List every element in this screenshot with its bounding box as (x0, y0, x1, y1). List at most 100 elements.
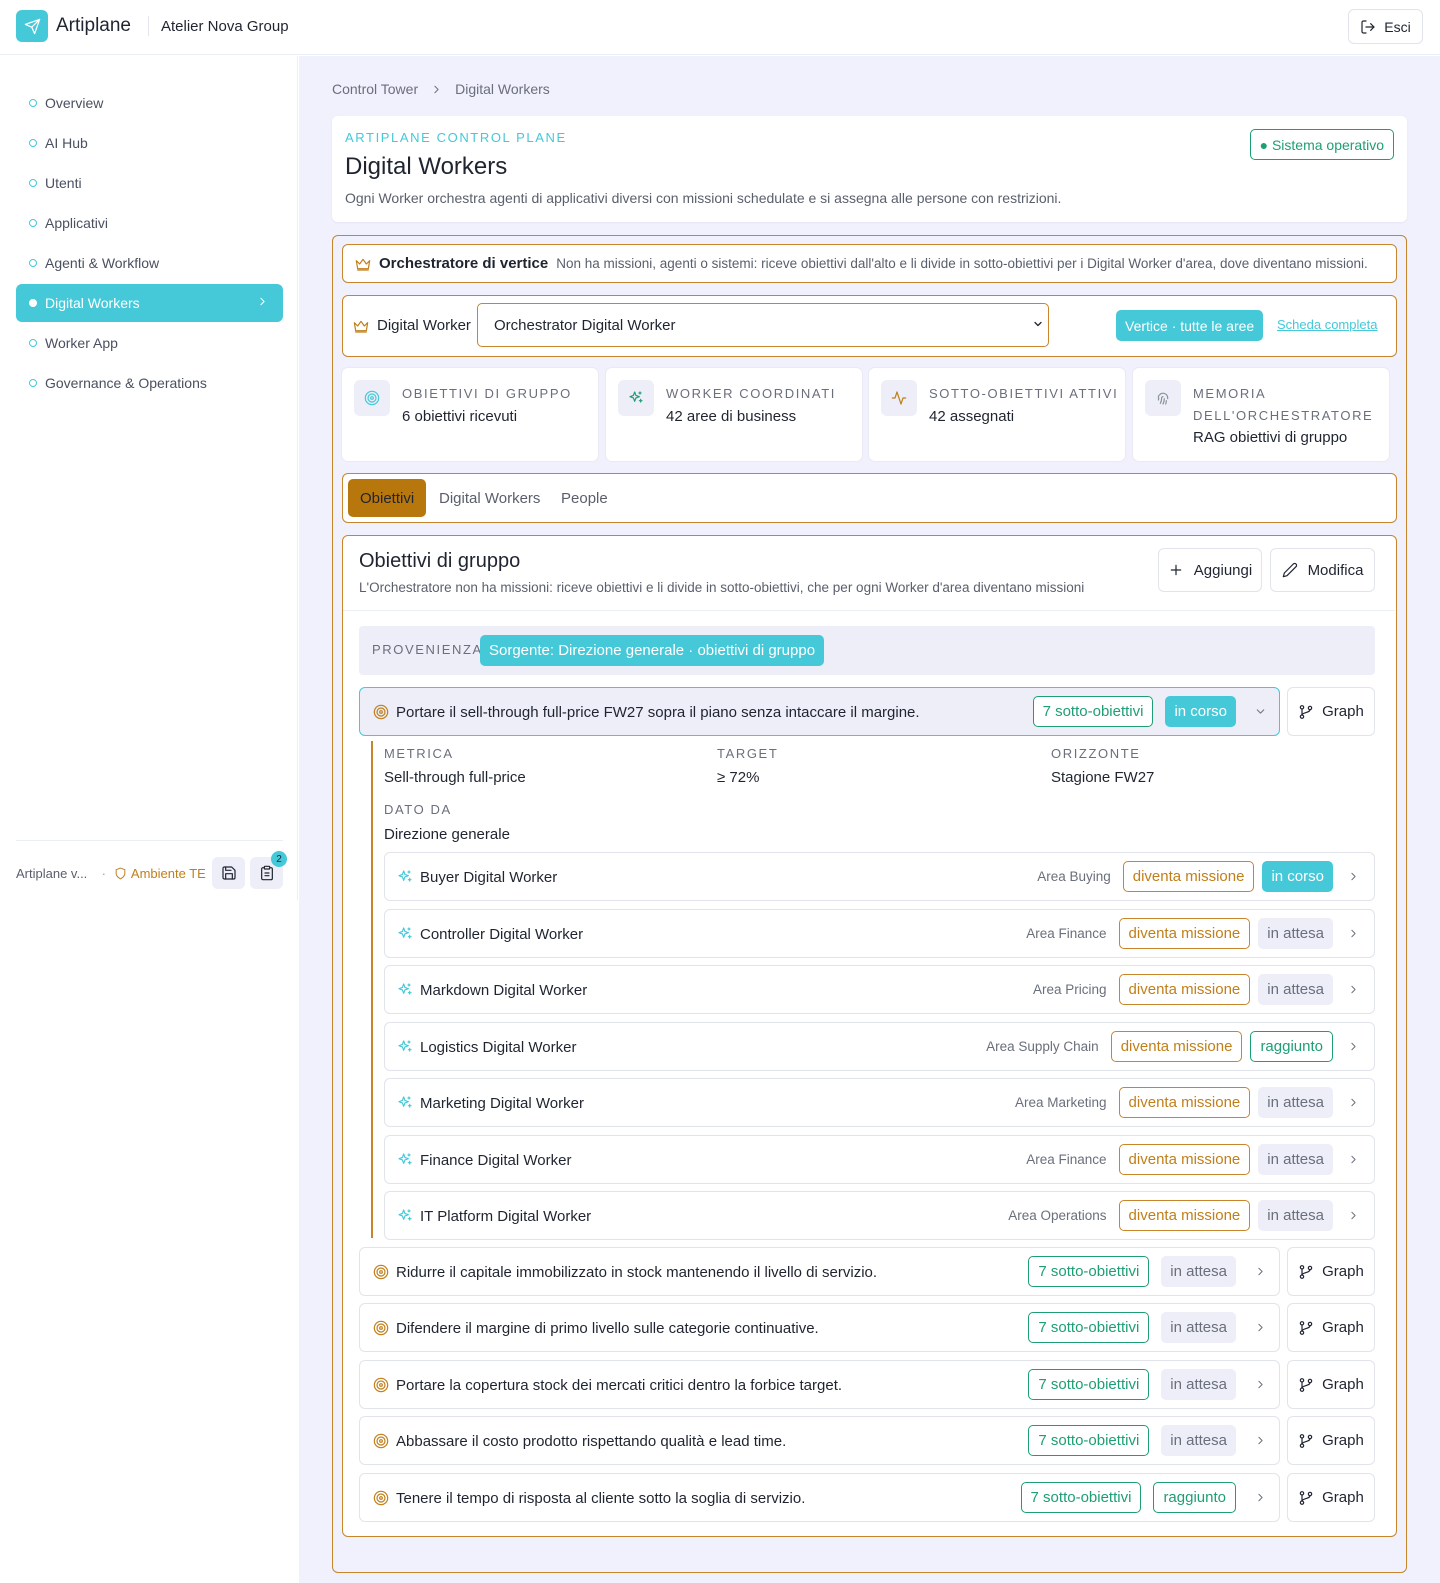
sidebar-item-digital-workers[interactable]: Digital Workers (16, 284, 283, 322)
subgoal-row[interactable]: Markdown Digital Worker Area Pricing diven… (384, 965, 1375, 1014)
logout-icon (1361, 19, 1375, 34)
stat-card: SOTTO-OBIETTIVI ATTIVI 42 assegnati (869, 368, 1125, 461)
sparkles-icon (397, 1208, 413, 1224)
goal-row[interactable]: Portare il sell-through full-price FW27 … (359, 687, 1280, 736)
chevron-right-icon[interactable] (1347, 1153, 1360, 1166)
chevron-right-icon[interactable] (1347, 870, 1360, 883)
sidebar-item-worker-app[interactable]: Worker App (16, 324, 283, 362)
chevron-right-icon[interactable] (1347, 1209, 1360, 1222)
sidebar-item-governance-operations[interactable]: Governance & Operations (16, 364, 283, 402)
logout-button[interactable]: Esci (1348, 9, 1423, 44)
chevron-down-icon (1034, 321, 1042, 327)
area-label: Area Pricing (1033, 982, 1107, 997)
clipboard-button[interactable]: 2 (250, 851, 287, 889)
sparkles-icon (397, 869, 413, 885)
orchestrator-section: Orchestratore di vertice Non ha missioni… (332, 235, 1407, 1573)
worker-name: Marketing Digital Worker (420, 1095, 584, 1112)
sidebar-item-label: AI Hub (45, 135, 88, 151)
goal-meta: 7 sotto-obiettivi in attesa (1028, 1312, 1267, 1343)
chevron-right-icon[interactable] (1254, 1378, 1267, 1391)
graph-label: Graph (1322, 703, 1364, 720)
chevron-right-icon[interactable] (1254, 1265, 1267, 1278)
save-button[interactable] (212, 857, 246, 889)
full-profile-link[interactable]: Scheda completa (1277, 317, 1377, 332)
bullet-icon (29, 339, 37, 347)
graph-button[interactable]: Graph (1287, 1416, 1375, 1465)
git-branch-icon (1298, 1377, 1314, 1393)
area-label: Area Marketing (1015, 1095, 1107, 1110)
sidebar-item-overview[interactable]: Overview (16, 84, 283, 122)
breadcrumb-root[interactable]: Control Tower (332, 81, 418, 97)
goal-meta: 7 sotto-obiettivi raggiunto (1020, 1482, 1267, 1513)
goal-row[interactable]: Portare la copertura stock dei mercati c… (359, 1360, 1280, 1409)
tab-people[interactable]: People (549, 479, 620, 517)
status-badge: in attesa (1258, 917, 1333, 949)
stat-label: OBIETTIVI DI GRUPPO (402, 386, 572, 401)
goal-title: Portare il sell-through full-price FW27 … (396, 704, 920, 721)
subgoal-row[interactable]: Marketing Digital Worker Area Marketing di… (384, 1078, 1375, 1127)
graph-button[interactable]: Graph (1287, 1247, 1375, 1296)
app-name: Artiplane (56, 15, 131, 36)
sidebar-item-agenti-workflow[interactable]: Agenti & Workflow (16, 244, 283, 282)
add-button[interactable]: Aggiungi (1158, 548, 1262, 592)
page-subtitle: Ogni Worker orchestra agenti di applicat… (345, 190, 1062, 206)
status-badge: raggiunto (1153, 1482, 1236, 1513)
page-title: Digital Workers (345, 153, 508, 180)
chevron-right-icon[interactable] (1347, 983, 1360, 996)
sparkles-icon (397, 926, 413, 942)
subgoal-row[interactable]: IT Platform Digital Worker Area Operation… (384, 1191, 1375, 1240)
tab-obiettivi[interactable]: Obiettivi (348, 479, 427, 517)
sparkles-icon (397, 1152, 413, 1168)
edit-button[interactable]: Modifica (1270, 548, 1375, 592)
chevron-right-icon (434, 85, 439, 93)
goal-title: Tenere il tempo di risposta al cliente s… (396, 1490, 806, 1507)
logo-icon[interactable] (16, 10, 48, 42)
environment-label: Ambiente TE (130, 865, 206, 881)
mission-badge: diventa missione (1118, 1143, 1251, 1175)
chevron-right-icon[interactable] (1347, 1096, 1360, 1109)
stat-card: WORKER COORDINATI 42 aree di business (606, 368, 862, 461)
target-icon (373, 1264, 389, 1280)
chevron-right-icon[interactable] (1347, 927, 1360, 940)
sidebar-item-utenti[interactable]: Utenti (16, 164, 283, 202)
main-content: Control Tower Digital Workers ARTIPLANE … (299, 56, 1440, 1583)
chevron-right-icon[interactable] (1254, 1434, 1267, 1447)
subgoal-row[interactable]: Controller Digital Worker Area Finance div… (384, 908, 1375, 958)
sidebar-item-ai-hub[interactable]: AI Hub (16, 124, 283, 162)
graph-button[interactable]: Graph (1287, 687, 1375, 736)
chevron-down-icon[interactable] (1254, 705, 1267, 718)
subgoal-row[interactable]: Logistics Digital Worker Area Supply Chai… (384, 1021, 1375, 1071)
goal-title: Abbassare il costo prodotto rispettando … (396, 1433, 787, 1450)
chevron-right-icon[interactable] (1347, 1040, 1360, 1053)
mission-badge: diventa missione (1118, 917, 1251, 949)
graph-button[interactable]: Graph (1287, 1360, 1375, 1409)
graph-button[interactable]: Graph (1287, 1473, 1375, 1522)
goal-row[interactable]: Difendere il margine di primo livello su… (359, 1303, 1280, 1352)
goal-row[interactable]: Ridurre il capitale immobilizzato in sto… (359, 1247, 1280, 1296)
tab-digital-workers[interactable]: Digital Workers (427, 479, 552, 517)
subgoal-count-badge: 7 sotto-obiettivi (1028, 1425, 1150, 1456)
worker-select[interactable]: Orchestrator Digital Worker (477, 303, 1049, 347)
chevron-right-icon[interactable] (1254, 1321, 1267, 1334)
worker-name: Logistics Digital Worker (420, 1038, 577, 1056)
target-icon (373, 1490, 389, 1506)
graph-label: Graph (1322, 1263, 1364, 1280)
status-badge: in attesa (1161, 1256, 1236, 1287)
chevron-right-icon[interactable] (1254, 1491, 1267, 1504)
subgoal-row[interactable]: Finance Digital Worker Area Finance divent… (384, 1134, 1375, 1184)
goal-row[interactable]: Tenere il tempo di risposta al cliente s… (359, 1473, 1280, 1522)
worker-name: Finance Digital Worker (420, 1151, 572, 1169)
target-icon (373, 704, 389, 720)
status-badge: in attesa (1161, 1312, 1236, 1343)
crown-icon (355, 258, 371, 271)
sidebar-item-label: Overview (45, 95, 104, 111)
worker-name: Markdown Digital Worker (420, 982, 588, 999)
subgoal-row[interactable]: Buyer Digital Worker Area Buying diventa m… (384, 852, 1375, 901)
sidebar-item-applicativi[interactable]: Applicativi (16, 204, 283, 242)
org-name: Atelier Nova Group (161, 18, 289, 35)
goal-row[interactable]: Abbassare il costo prodotto rispettando … (359, 1416, 1280, 1465)
metric-value: Sell-through full-price (384, 769, 526, 786)
graph-button[interactable]: Graph (1287, 1303, 1375, 1352)
status-badge: in attesa (1258, 1143, 1333, 1175)
worker-selector-bar: Digital Worker Orchestrator Digital Work… (342, 295, 1397, 357)
